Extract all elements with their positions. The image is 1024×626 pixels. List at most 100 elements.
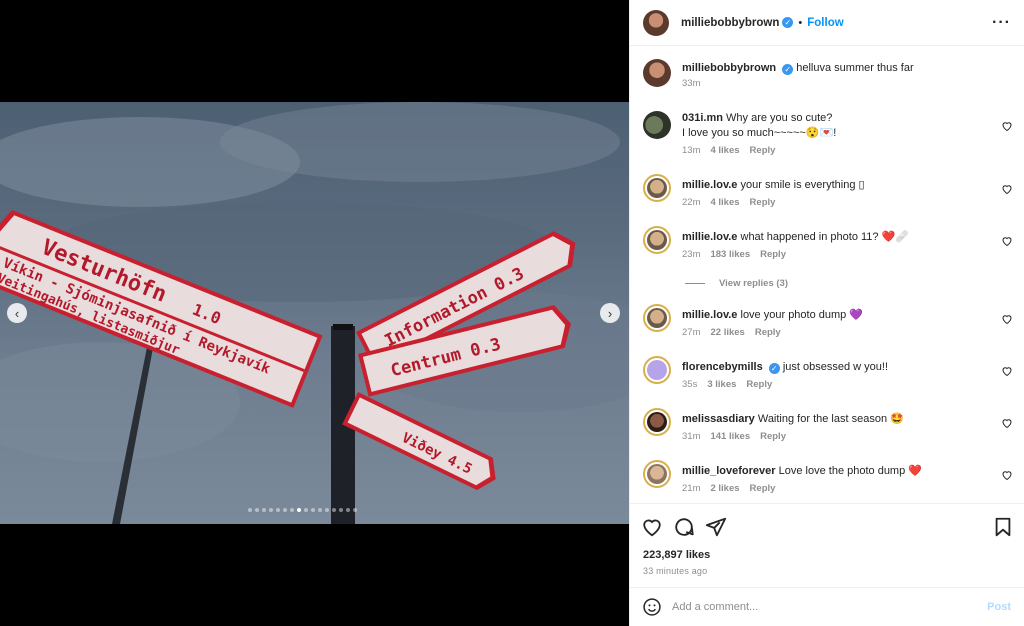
comment-text: just obsessed w you!! — [782, 361, 888, 373]
commenter-avatar[interactable] — [643, 111, 671, 139]
comment-item: millie.lov.e love your photo dump 💜 27m 2… — [643, 304, 1013, 338]
carousel-dot — [269, 508, 273, 512]
carousel-dot — [262, 508, 266, 512]
comment-input[interactable] — [672, 601, 972, 613]
carousel-next-button[interactable]: › — [600, 303, 620, 323]
comment-like-heart-icon[interactable] — [1001, 365, 1013, 377]
comment-like-heart-icon[interactable] — [1001, 417, 1013, 429]
comment-username[interactable]: millie.lov.e — [682, 309, 737, 321]
post-timestamp: 33 minutes ago — [643, 566, 708, 576]
comment-item: 031i.mn Why are you so cute? I love you s… — [643, 111, 1013, 156]
comment-username[interactable]: millie.lov.e — [682, 231, 737, 243]
post-comment-button[interactable]: Post — [987, 601, 1011, 613]
carousel-indicator — [248, 508, 357, 512]
comment-icon[interactable] — [673, 516, 695, 538]
comment-text: what happened in photo 11? ❤️🩹 — [740, 231, 909, 243]
carousel-dot — [346, 508, 350, 512]
reply-button[interactable]: Reply — [755, 327, 781, 338]
comment-like-heart-icon[interactable] — [1001, 313, 1013, 325]
carousel-dot — [325, 508, 329, 512]
carousel-dot — [304, 508, 308, 512]
chevron-left-icon: ‹ — [14, 305, 20, 321]
comment-time: 22m — [682, 197, 701, 208]
bookmark-icon[interactable] — [992, 516, 1014, 538]
comment-likes[interactable]: 141 likes — [710, 431, 750, 442]
commenter-avatar[interactable] — [643, 356, 671, 384]
view-replies-label: View replies (3) — [719, 278, 788, 289]
share-icon[interactable] — [705, 516, 727, 538]
comment-likes[interactable]: 183 likes — [710, 249, 750, 260]
post-media: Vesturhöfn 1.0 Víkin - Sjóminjasafnið í … — [0, 0, 629, 626]
commenter-avatar[interactable] — [643, 174, 671, 202]
likes-count[interactable]: 223,897 likes — [643, 549, 710, 561]
author-avatar[interactable] — [643, 9, 669, 36]
comment-item: florencebymills ✓ just obsessed w you!! … — [643, 356, 1013, 390]
reply-button[interactable]: Reply — [750, 483, 776, 494]
comment-time: 21m — [682, 483, 701, 494]
comment-likes[interactable]: 3 likes — [707, 379, 736, 390]
comment-item: millie_loveforever Love love the photo d… — [643, 460, 1013, 494]
post-sidebar: milliebobbybrown ✓ • Follow ··· milliebo… — [629, 0, 1024, 626]
reply-button[interactable]: Reply — [760, 431, 786, 442]
carousel-dot — [353, 508, 357, 512]
carousel-dot — [283, 508, 287, 512]
carousel-dot — [290, 508, 294, 512]
verified-badge-icon: ✓ — [782, 17, 794, 28]
comment-like-heart-icon[interactable] — [1001, 120, 1013, 132]
comment-username[interactable]: millie.lov.e — [682, 179, 737, 191]
post-actions: 223,897 likes 33 minutes ago — [630, 503, 1024, 587]
caption-avatar[interactable] — [643, 59, 671, 87]
follow-button[interactable]: Follow — [807, 17, 843, 29]
add-comment-bar: Post — [630, 587, 1024, 626]
comment-username[interactable]: melissasdiary — [682, 413, 755, 425]
comment-username[interactable]: florencebymills — [682, 361, 763, 373]
reply-button[interactable]: Reply — [750, 145, 776, 156]
comment-username[interactable]: millie_loveforever — [682, 465, 776, 477]
comment-text: your smile is everything ▯ — [740, 179, 865, 191]
comment-like-heart-icon[interactable] — [1001, 183, 1013, 195]
carousel-dot — [332, 508, 336, 512]
carousel-dot — [339, 508, 343, 512]
more-options-icon[interactable]: ··· — [992, 14, 1011, 32]
post-photo[interactable]: Vesturhöfn 1.0 Víkin - Sjóminjasafnið í … — [0, 102, 629, 524]
comments-list: milliebobbybrown ✓ helluva summer thus f… — [630, 47, 1024, 503]
comment-text-line2: I love you so much~~~~~😯💌! — [682, 127, 837, 139]
comment-likes[interactable]: 22 likes — [710, 327, 744, 338]
carousel-dot — [318, 508, 322, 512]
comment-likes[interactable]: 2 likes — [710, 483, 739, 494]
comment-time: 35s — [682, 379, 698, 390]
commenter-avatar[interactable] — [643, 460, 671, 488]
heart-icon[interactable] — [641, 516, 663, 538]
comment-like-heart-icon[interactable] — [1001, 235, 1013, 247]
caption: milliebobbybrown ✓ helluva summer thus f… — [643, 59, 1013, 89]
street-signs-photo: Vesturhöfn 1.0 Víkin - Sjóminjasafnið í … — [0, 102, 629, 524]
comment-likes[interactable]: 4 likes — [710, 197, 739, 208]
reply-button[interactable]: Reply — [760, 249, 786, 260]
commenter-avatar[interactable] — [643, 408, 671, 436]
comment-text: love your photo dump 💜 — [740, 309, 864, 321]
emoji-icon[interactable] — [642, 597, 662, 617]
comment-like-heart-icon[interactable] — [1001, 469, 1013, 481]
comment-text: Love love the photo dump ❤️ — [778, 465, 922, 477]
comment-time: 31m — [682, 431, 701, 442]
author-username[interactable]: milliebobbybrown — [681, 17, 779, 29]
reply-button[interactable]: Reply — [750, 197, 776, 208]
caption-text: helluva summer thus far — [796, 62, 914, 74]
separator: • — [798, 16, 803, 29]
view-replies-button[interactable]: View replies (3) — [685, 278, 788, 289]
comment-item: melissasdiary Waiting for the last seaso… — [643, 408, 1013, 442]
comment-item: millie.lov.e your smile is everything ▯ … — [643, 174, 1013, 208]
carousel-prev-button[interactable]: ‹ — [7, 303, 27, 323]
commenter-avatar[interactable] — [643, 226, 671, 254]
verified-badge-icon: ✓ — [768, 363, 780, 374]
comment-username[interactable]: 031i.mn — [682, 112, 723, 124]
comment-likes[interactable]: 4 likes — [710, 145, 739, 156]
comment-time: 13m — [682, 145, 701, 156]
commenter-avatar[interactable] — [643, 304, 671, 332]
caption-username[interactable]: milliebobbybrown — [682, 62, 776, 74]
carousel-dot — [248, 508, 252, 512]
comment-text: Why are you so cute? — [726, 112, 833, 124]
verified-badge-icon: ✓ — [782, 64, 794, 75]
carousel-dot — [297, 508, 301, 512]
reply-button[interactable]: Reply — [746, 379, 772, 390]
